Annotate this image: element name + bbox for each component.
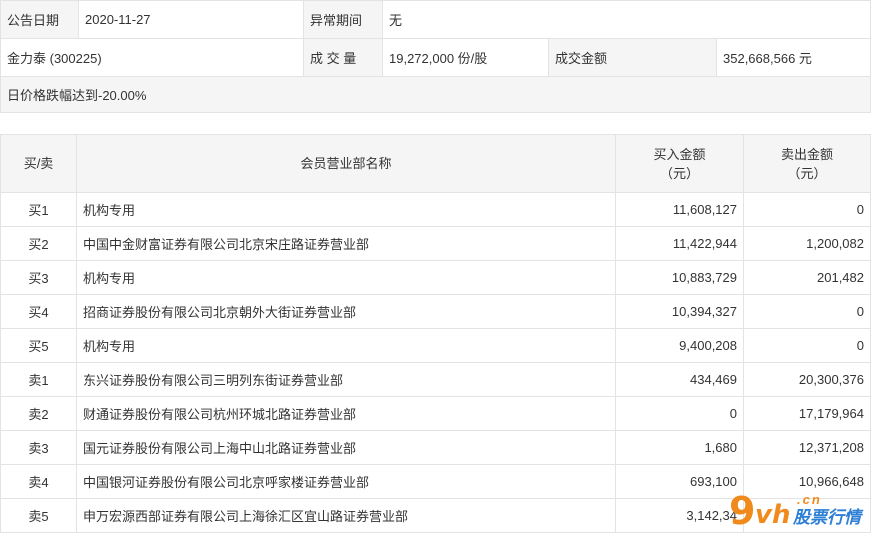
row-buy-amount: 1,680 (615, 430, 744, 465)
row-side: 卖2 (0, 396, 77, 431)
header-buy-line2: （元） (659, 165, 699, 181)
volume-value: 19,272,000 份/股 (382, 38, 549, 77)
table-row: 买3 机构专用 10,883,729 201,482 (0, 260, 871, 295)
header-sell-line2: （元） (787, 165, 827, 181)
row-side: 卖3 (0, 430, 77, 465)
table-row: 卖4 中国银河证券股份有限公司北京呼家楼证券营业部 693,100 10,966… (0, 464, 871, 499)
row-side: 买2 (0, 226, 77, 261)
row-buy-amount: 11,608,127 (615, 192, 744, 227)
abnormal-period-value: 无 (382, 0, 871, 39)
row-buy-amount: 9,400,208 (615, 328, 744, 363)
table-row: 买1 机构专用 11,608,127 0 (0, 192, 871, 227)
row-side: 买1 (0, 192, 77, 227)
row-sell-amount: 17,179,964 (743, 396, 871, 431)
row-department: 招商证券股份有限公司北京朝外大街证券营业部 (76, 294, 616, 329)
row-sell-amount: 0 (743, 192, 871, 227)
announce-date-value: 2020-11-27 (78, 0, 304, 39)
row-side: 买5 (0, 328, 77, 363)
row-side: 卖5 (0, 498, 77, 533)
table-row: 买4 招商证券股份有限公司北京朝外大街证券营业部 10,394,327 0 (0, 294, 871, 329)
table-row: 卖2 财通证券股份有限公司杭州环城北路证券营业部 0 17,179,964 (0, 396, 871, 431)
row-side: 买4 (0, 294, 77, 329)
header-sell-amount: 卖出金额 （元） (743, 134, 871, 193)
table-row: 买2 中国中金财富证券有限公司北京宋庄路证券营业部 11,422,944 1,2… (0, 226, 871, 261)
header-buy-amount: 买入金额 （元） (615, 134, 744, 193)
table-row: 卖3 国元证券股份有限公司上海中山北路证券营业部 1,680 12,371,20… (0, 430, 871, 465)
trading-department-table: 买/卖 会员营业部名称 买入金额 （元） 卖出金额 （元） 买1 机构专用 11,6… (0, 134, 871, 533)
stock-name-code: 金力泰 (300225) (0, 38, 304, 77)
row-department: 申万宏源西部证券有限公司上海徐汇区宜山路证券营业部 (76, 498, 616, 533)
row-sell-amount: 10,966,648 (743, 464, 871, 499)
table-row: 买5 机构专用 9,400,208 0 (0, 328, 871, 363)
row-buy-amount: 10,394,327 (615, 294, 744, 329)
row-department: 机构专用 (76, 260, 616, 295)
row-buy-amount: 3,142,34 (615, 498, 744, 533)
row-buy-amount: 693,100 (615, 464, 744, 499)
row-sell-amount (743, 498, 871, 533)
turnover-label: 成交金额 (548, 38, 717, 77)
table-row: 卖5 申万宏源西部证券有限公司上海徐汇区宜山路证券营业部 3,142,34 (0, 498, 871, 533)
abnormal-reason: 日价格跌幅达到-20.00% (0, 76, 871, 113)
row-buy-amount: 0 (615, 396, 744, 431)
announcement-info-table: 公告日期 2020-11-27 异常期间 无 金力泰 (300225) 成 交 … (0, 0, 871, 113)
row-sell-amount: 12,371,208 (743, 430, 871, 465)
row-sell-amount: 1,200,082 (743, 226, 871, 261)
row-side: 卖4 (0, 464, 77, 499)
table-header-row: 买/卖 会员营业部名称 买入金额 （元） 卖出金额 （元） (0, 134, 871, 193)
row-department: 机构专用 (76, 328, 616, 363)
row-side: 卖1 (0, 362, 77, 397)
row-sell-amount: 20,300,376 (743, 362, 871, 397)
abnormal-period-label: 异常期间 (303, 0, 383, 39)
row-department: 中国中金财富证券有限公司北京宋庄路证券营业部 (76, 226, 616, 261)
row-side: 买3 (0, 260, 77, 295)
row-sell-amount: 0 (743, 328, 871, 363)
row-buy-amount: 11,422,944 (615, 226, 744, 261)
announce-date-label: 公告日期 (0, 0, 79, 39)
row-department: 财通证券股份有限公司杭州环城北路证券营业部 (76, 396, 616, 431)
row-sell-amount: 0 (743, 294, 871, 329)
row-department: 机构专用 (76, 192, 616, 227)
header-sell-line1: 卖出金额 (780, 146, 833, 162)
row-department: 中国银河证券股份有限公司北京呼家楼证券营业部 (76, 464, 616, 499)
row-department: 国元证券股份有限公司上海中山北路证券营业部 (76, 430, 616, 465)
table-row: 卖1 东兴证券股份有限公司三明列东街证券营业部 434,469 20,300,3… (0, 362, 871, 397)
row-department: 东兴证券股份有限公司三明列东街证券营业部 (76, 362, 616, 397)
row-sell-amount: 201,482 (743, 260, 871, 295)
header-department: 会员营业部名称 (76, 134, 616, 193)
row-buy-amount: 10,883,729 (615, 260, 744, 295)
volume-label: 成 交 量 (303, 38, 383, 77)
row-buy-amount: 434,469 (615, 362, 744, 397)
header-buy-line1: 买入金额 (653, 146, 706, 162)
header-side: 买/卖 (0, 134, 77, 193)
turnover-value: 352,668,566 元 (716, 38, 871, 77)
